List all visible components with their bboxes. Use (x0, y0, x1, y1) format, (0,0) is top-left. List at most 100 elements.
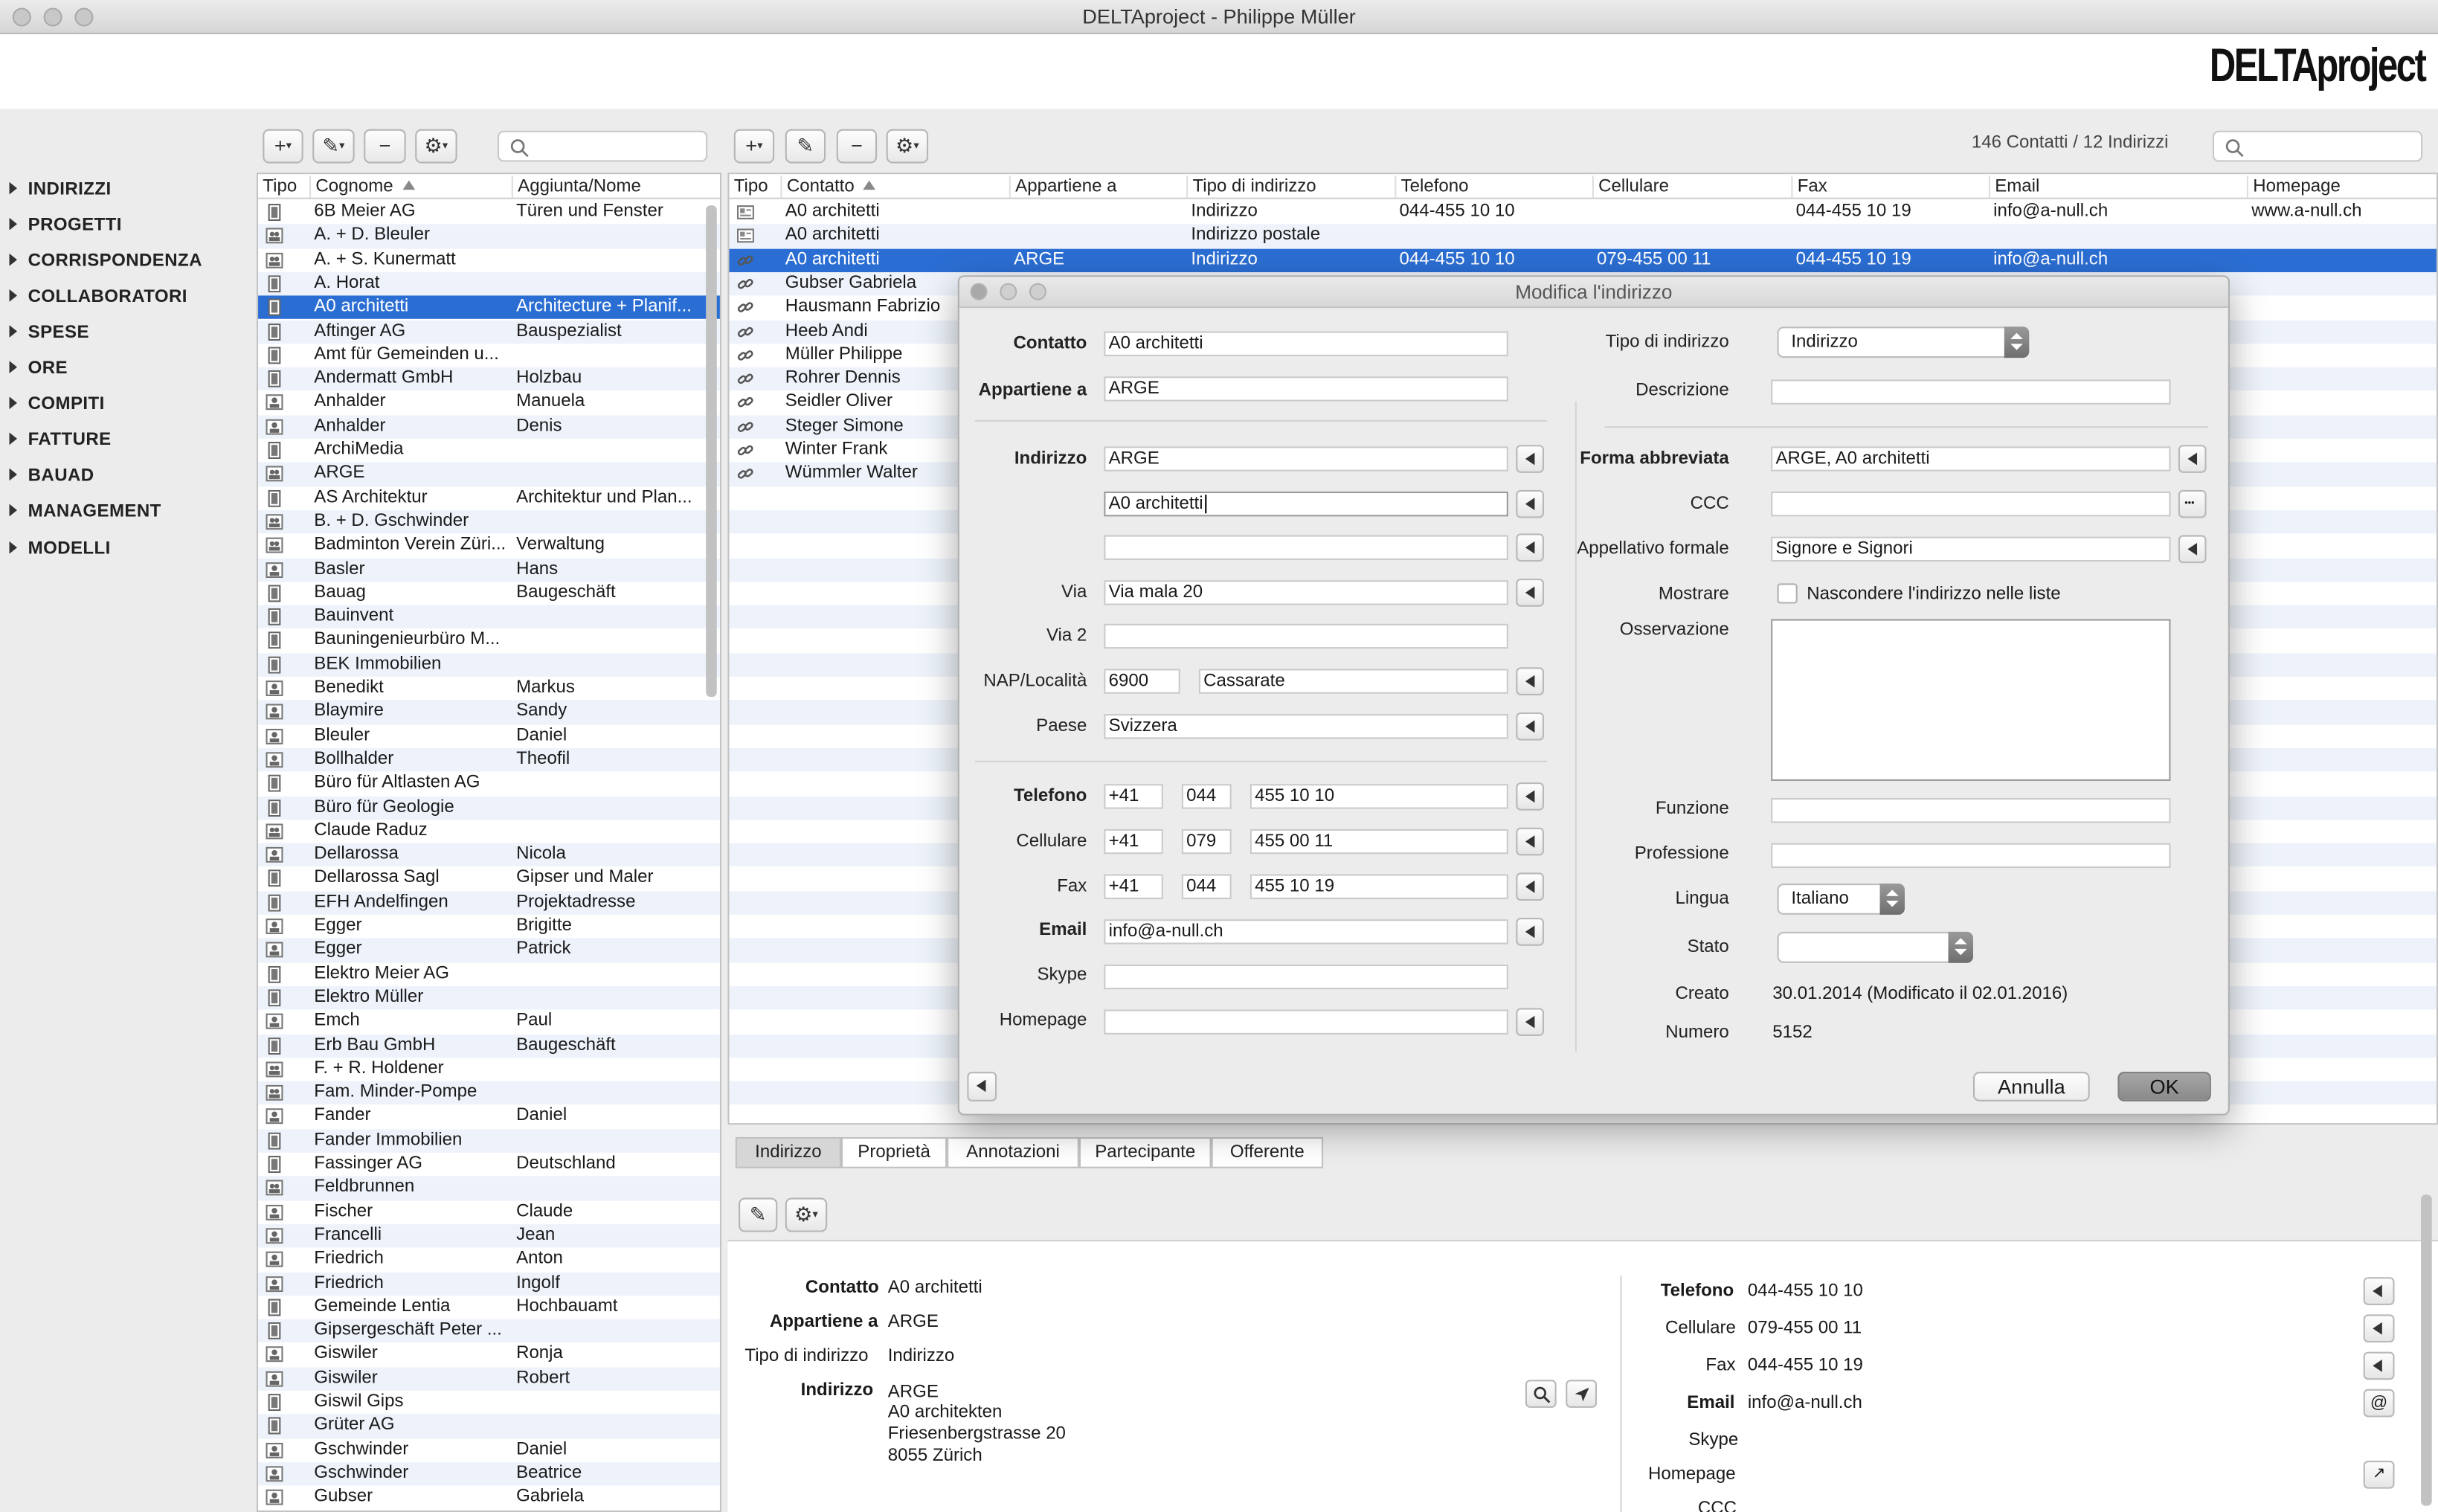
address-list-row[interactable]: Bauningenieurbüro M... (258, 629, 720, 653)
address-list-row[interactable]: Gschwinder Daniel (258, 1438, 720, 1462)
address-list-row[interactable]: Feldbrunnen (258, 1176, 720, 1200)
address-list-row[interactable]: Dellarossa Sagl Gipser und Maler (258, 867, 720, 891)
address-list-row[interactable]: Fander Immobilien (258, 1128, 720, 1153)
detail-scrollbar[interactable] (2421, 1194, 2432, 1506)
contact-list-row[interactable]: A0 architetti Indirizzo 044-455 10 10 044-4… (729, 201, 2436, 225)
address-list-row[interactable]: ARGE (258, 462, 720, 486)
fax-arrow-button[interactable] (1516, 872, 1544, 901)
contact-list-row[interactable]: A0 architetti ARGE Indirizzo 044-455 10 10 0… (729, 248, 2437, 272)
homepage-arrow-button[interactable] (1516, 1008, 1544, 1037)
edit-contact-button[interactable]: ✎ (785, 129, 826, 164)
address-list-row[interactable]: Gschwinder Beatrice (258, 1461, 720, 1486)
call-cellulare-button[interactable] (2363, 1314, 2395, 1343)
descrizione-field[interactable] (1771, 379, 2171, 405)
address-list-row[interactable]: Bauag Baugeschäft (258, 582, 720, 605)
address-list-row[interactable]: Elektro Meier AG (258, 962, 720, 986)
address-list-row[interactable]: Badminton Verein Züri... Verwaltung (258, 534, 720, 558)
professione-field[interactable] (1771, 843, 2171, 869)
contatto-field[interactable]: A0 architetti (1104, 331, 1508, 356)
address-list[interactable]: Tipo Cognome Aggiunta/Nome 6B Meier AG Tü… (256, 173, 722, 1512)
via-arrow-button[interactable] (1516, 579, 1544, 607)
address-list-row[interactable]: 6B Meier AG Türen und Fenster (258, 201, 720, 225)
address-list-row[interactable]: AS Architektur Architektur und Plan... (258, 486, 720, 510)
call-telefono-button[interactable] (2363, 1277, 2395, 1305)
address-list-row[interactable]: Blaymire Sandy (258, 700, 720, 724)
localita-field[interactable]: Cassarate (1198, 669, 1508, 694)
address-list-row[interactable]: Aftinger AG Bauspezialist (258, 319, 720, 344)
telefono-number-field[interactable]: 455 10 10 (1249, 784, 1508, 809)
paese-field[interactable]: Svizzera (1104, 714, 1508, 739)
cellulare-number-field[interactable]: 455 00 11 (1249, 829, 1508, 855)
address-search-input[interactable] (497, 130, 708, 162)
tipo-indirizzo-select[interactable]: Indirizzo (1777, 326, 2030, 358)
ccc-field[interactable] (1771, 491, 2171, 517)
indirizzo-line1-field[interactable]: ARGE (1104, 446, 1508, 472)
address-list-row[interactable]: Bleuler Daniel (258, 724, 720, 748)
address-list-row[interactable]: Elektro Müller (258, 985, 720, 1010)
tab-proprieta[interactable]: Proprietà (841, 1136, 948, 1168)
remove-address-button[interactable]: − (364, 129, 406, 164)
forma-abbreviata-field[interactable]: ARGE, A0 architetti (1771, 446, 2171, 472)
appellativo-field[interactable]: Signore e Signori (1771, 536, 2171, 562)
cellulare-area-field[interactable]: 079 (1181, 829, 1232, 855)
address-actions-button[interactable]: ⚙▾ (415, 129, 457, 164)
map-search-button[interactable] (1525, 1380, 1557, 1408)
address-list-row[interactable]: Fassinger AG Deutschland (258, 1153, 720, 1177)
address-list-row[interactable]: Egger Brigitte (258, 915, 720, 939)
paese-arrow-button[interactable] (1516, 712, 1544, 741)
column-cellulare[interactable]: Cellulare (1592, 176, 1792, 198)
detail-actions-button[interactable]: ⚙▾ (785, 1197, 828, 1232)
indirizzo-line2-arrow-button[interactable] (1516, 489, 1544, 518)
remove-contact-button[interactable]: − (836, 129, 878, 164)
address-list-row[interactable]: Grüter AG (258, 1414, 720, 1438)
address-list-row[interactable]: Erb Bau GmbH Baugeschäft (258, 1033, 720, 1058)
edit-address-button[interactable]: ✎▾ (312, 129, 355, 164)
homepage-field[interactable] (1104, 1009, 1508, 1035)
sidebar-item-bauad[interactable]: BAUAD (9, 467, 94, 486)
sidebar-item-corrispondenza[interactable]: CORRISPONDENZA (9, 252, 202, 271)
address-list-row[interactable]: Gubser Gabriela (258, 1486, 720, 1510)
contact-search-input[interactable] (2212, 130, 2423, 162)
indirizzo-line2-field[interactable]: A0 architetti (1104, 491, 1508, 517)
address-list-row[interactable]: Friedrich Ingolf (258, 1271, 720, 1296)
add-address-button[interactable]: +▾ (263, 129, 303, 164)
address-list-row[interactable]: Gipsergeschäft Peter ... (258, 1319, 720, 1343)
address-list-row[interactable]: Fam. Minder-Pompe (258, 1081, 720, 1105)
via-field[interactable]: Via mala 20 (1104, 580, 1508, 605)
close-window-button[interactable] (12, 7, 31, 27)
indirizzo-line3-arrow-button[interactable] (1516, 533, 1544, 562)
dialog-minimize-button[interactable] (1000, 283, 1017, 300)
address-list-row[interactable]: A. + S. Kunermatt (258, 248, 720, 272)
address-list-row[interactable]: Giswiler Robert (258, 1366, 720, 1391)
address-list-row[interactable]: EFH Andelfingen Projektadresse (258, 890, 720, 915)
route-button[interactable] (1566, 1380, 1598, 1408)
address-list-row[interactable]: Anhalder Denis (258, 414, 720, 439)
address-list-row[interactable]: B. + D. Gschwinder (258, 509, 720, 534)
address-list-row[interactable]: A0 architetti Architecture + Planif... (258, 295, 720, 320)
column-aggiunta-nome[interactable]: Aggiunta/Nome (511, 176, 701, 198)
add-contact-button[interactable]: +▾ (733, 129, 775, 164)
minimize-window-button[interactable] (43, 7, 62, 27)
column-fax[interactable]: Fax (1791, 176, 1989, 198)
tab-offerente[interactable]: Offerente (1211, 1136, 1324, 1168)
contact-actions-button[interactable]: ⚙▾ (886, 129, 929, 164)
nascondere-checkbox[interactable] (1777, 583, 1798, 604)
address-list-row[interactable]: Amt für Gemeinden u... (258, 344, 720, 367)
address-list-row[interactable]: Andermatt GmbH Holzbau (258, 367, 720, 391)
telefono-arrow-button[interactable] (1516, 782, 1544, 811)
cellulare-arrow-button[interactable] (1516, 827, 1544, 856)
address-list-row[interactable]: Bauinvent (258, 605, 720, 629)
funzione-field[interactable] (1771, 797, 2171, 823)
dialog-close-button[interactable] (970, 283, 988, 300)
indirizzo-line3-field[interactable] (1104, 535, 1508, 560)
sidebar-item-modelli[interactable]: MODELLI (9, 539, 111, 558)
address-list-row[interactable]: ArchiMedia (258, 439, 720, 463)
column-tipo-indirizzo[interactable]: Tipo di indirizzo (1186, 176, 1395, 198)
forma-abbreviata-arrow-button[interactable] (2178, 445, 2207, 473)
address-list-scrollbar[interactable] (706, 205, 717, 698)
telefono-country-field[interactable]: +41 (1104, 784, 1163, 809)
address-list-row[interactable]: Büro für Altlasten AG (258, 772, 720, 796)
cancel-button[interactable]: Annulla (1972, 1072, 2090, 1101)
telefono-area-field[interactable]: 044 (1181, 784, 1232, 809)
address-list-row[interactable]: Giswil Gips (258, 1391, 720, 1415)
